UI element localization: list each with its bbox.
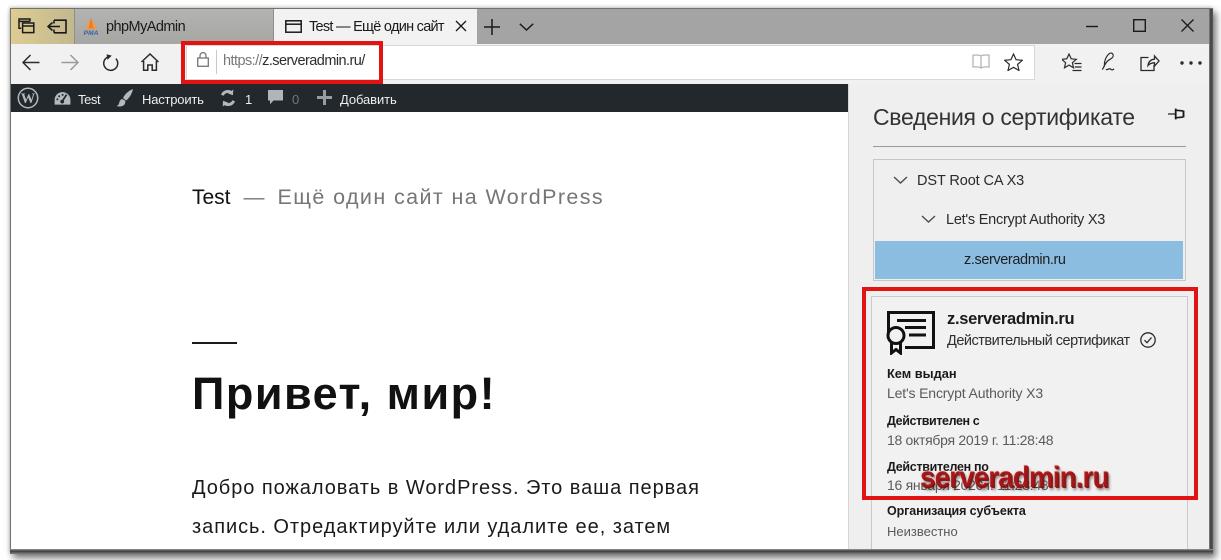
svg-text:W: W (21, 91, 36, 107)
svg-text:PMA: PMA (84, 30, 99, 36)
